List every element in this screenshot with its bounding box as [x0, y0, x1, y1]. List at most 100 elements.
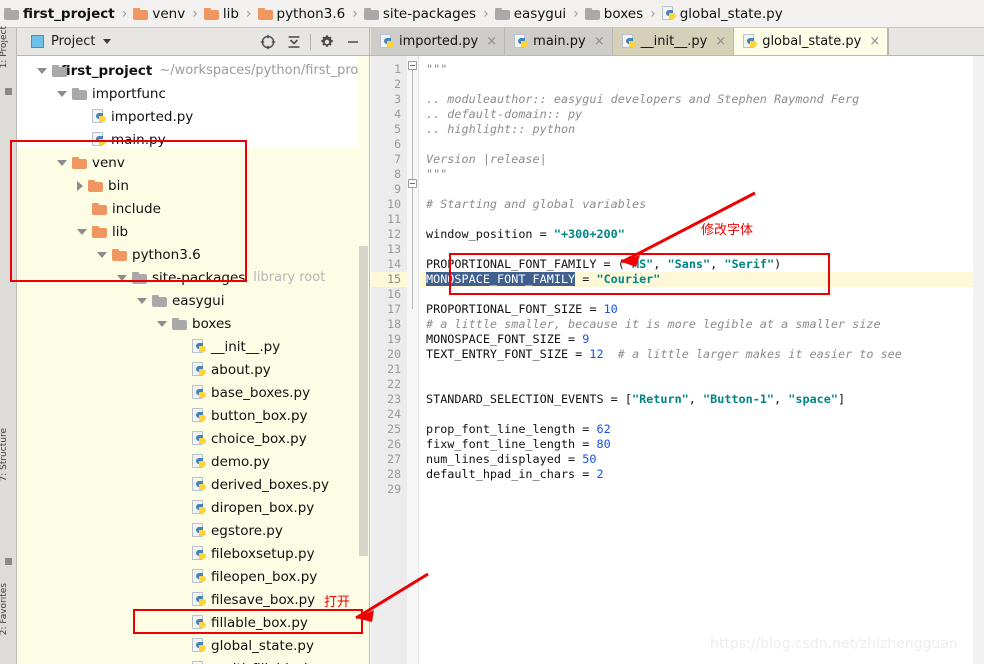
tree-no-arrow — [177, 551, 187, 557]
python-file-icon — [622, 34, 636, 49]
tree-row-imported-py[interactable]: imported.py — [17, 105, 370, 128]
tree-row-diropen-box-py[interactable]: diropen_box.py — [17, 496, 370, 519]
python-file-icon — [192, 523, 206, 538]
breadcrumb-item-venv[interactable]: venv — [133, 0, 185, 28]
tool-window-structure[interactable]: 7: Structure — [0, 428, 16, 482]
tree-row-choice-box-py[interactable]: choice_box.py — [17, 427, 370, 450]
editor-tab-global-state-py[interactable]: global_state.py× — [734, 28, 888, 55]
tree-expand-arrow[interactable] — [137, 298, 147, 304]
editor-tab-imported-py[interactable]: imported.py× — [371, 28, 505, 55]
tree-expand-arrow[interactable] — [77, 229, 87, 235]
editor-tab-bar[interactable]: imported.py×main.py×__init__.py×global_s… — [371, 28, 984, 55]
tree-row-main-py[interactable]: main.py — [17, 128, 370, 151]
tree-row-python3-6[interactable]: python3.6 — [17, 243, 370, 266]
tree-row-label: bin — [108, 178, 129, 194]
tree-row-label: include — [112, 201, 161, 217]
tree-row-multi-fillable-box-py[interactable]: multi_fillable_box.py — [17, 657, 370, 664]
breadcrumb-item-global-state-py[interactable]: global_state.py — [662, 0, 783, 28]
tree-row-site-packages[interactable]: site-packageslibrary root — [17, 266, 370, 289]
tree-row-demo-py[interactable]: demo.py — [17, 450, 370, 473]
tree-row-bin[interactable]: bin — [17, 174, 370, 197]
tool-window-favorites[interactable]: 2: Favorites — [0, 583, 16, 635]
folder-icon — [132, 272, 147, 284]
editor-scrollbar[interactable] — [973, 56, 984, 664]
left-tool-strip[interactable]: 1: Project 7: Structure 2: Favorites — [0, 28, 17, 664]
code-editor[interactable]: 1234567891011121314151617181920212223242… — [371, 56, 984, 664]
tree-row-base-boxes-py[interactable]: base_boxes.py — [17, 381, 370, 404]
code-token: Version |release| — [426, 152, 547, 166]
breadcrumb-item-python3-6[interactable]: python3.6 — [258, 0, 346, 28]
tree-row-importfunc[interactable]: importfunc — [17, 82, 370, 105]
breadcrumb-item-label: venv — [152, 6, 185, 22]
tree-row-fileopen-box-py[interactable]: fileopen_box.py — [17, 565, 370, 588]
tree-row-first-project[interactable]: first_project~/workspaces/python/first_p… — [17, 59, 370, 82]
tree-row-derived-boxes-py[interactable]: derived_boxes.py — [17, 473, 370, 496]
folder-icon — [133, 8, 148, 20]
minimize-icon[interactable] — [340, 29, 366, 55]
tree-row-label: imported.py — [111, 109, 193, 125]
tool-window-project[interactable]: 1: Project — [0, 26, 16, 68]
code-line: .. highlight:: python — [426, 122, 575, 137]
tree-expand-arrow[interactable] — [117, 275, 127, 281]
breadcrumb-item-boxes[interactable]: boxes — [585, 0, 643, 28]
editor-code-area[interactable]: """.. moduleauthor:: easygui developers … — [420, 56, 973, 664]
tree-collapse-arrow[interactable] — [77, 181, 83, 191]
editor-tab--init-py[interactable]: __init__.py × — [613, 28, 735, 55]
code-line: """ — [426, 167, 447, 182]
code-line: default_hpad_in_chars = 2 — [426, 467, 604, 482]
tree-row-egstore-py[interactable]: egstore.py — [17, 519, 370, 542]
tree-expand-arrow[interactable] — [57, 91, 67, 97]
tree-row-label: choice_box.py — [211, 431, 307, 447]
code-token: 62 — [596, 422, 610, 436]
editor-tab-main-py[interactable]: main.py× — [505, 28, 612, 55]
fold-collapse-icon-top[interactable] — [408, 61, 417, 70]
tree-scrollbar-thumb[interactable] — [359, 246, 368, 556]
tree-expand-arrow[interactable] — [57, 160, 67, 166]
tree-row-boxes[interactable]: boxes — [17, 312, 370, 335]
python-file-icon — [192, 431, 206, 446]
editor-tab-label: __init__.py — [641, 34, 708, 49]
collapse-all-icon[interactable] — [281, 29, 307, 55]
close-icon[interactable]: × — [715, 34, 726, 49]
code-line: TEXT_ENTRY_FONT_SIZE = 12 # a little lar… — [426, 347, 902, 362]
code-token: "space" — [788, 392, 838, 406]
fold-collapse-icon-bottom[interactable] — [408, 179, 417, 188]
close-icon[interactable]: × — [869, 34, 880, 49]
close-icon[interactable]: × — [594, 34, 605, 49]
folder-icon — [152, 295, 167, 307]
breadcrumb-item-first-project[interactable]: first_project — [4, 0, 115, 28]
breadcrumb-item-lib[interactable]: lib — [204, 0, 239, 28]
tree-scrollbar[interactable] — [358, 56, 369, 664]
tree-row-venv[interactable]: venv — [17, 151, 370, 174]
tree-row-about-py[interactable]: about.py — [17, 358, 370, 381]
tree-row-easygui[interactable]: easygui — [17, 289, 370, 312]
tree-expand-arrow[interactable] — [157, 321, 167, 327]
code-token — [604, 347, 618, 361]
code-token: TEXT_ENTRY_FONT_SIZE = — [426, 347, 589, 361]
tree-row-global-state-py[interactable]: global_state.py — [17, 634, 370, 657]
tree-expand-arrow[interactable] — [97, 252, 107, 258]
close-icon[interactable]: × — [486, 34, 497, 49]
breadcrumb-item-easygui[interactable]: easygui — [495, 0, 566, 28]
gear-icon[interactable] — [314, 29, 340, 55]
tree-row-lib[interactable]: lib — [17, 220, 370, 243]
line-number: 3 — [371, 92, 401, 107]
tree-row-label: diropen_box.py — [211, 500, 314, 516]
breadcrumb-item-site-packages[interactable]: site-packages — [364, 0, 476, 28]
python-file-icon — [743, 34, 757, 49]
locate-target-icon[interactable] — [255, 29, 281, 55]
code-token: ) — [774, 257, 781, 271]
tree-row-fillable-box-py[interactable]: fillable_box.py — [17, 611, 370, 634]
tree-row-include[interactable]: include — [17, 197, 370, 220]
breadcrumb-separator: › — [239, 6, 258, 22]
tree-expand-arrow[interactable] — [37, 68, 47, 74]
navigation-breadcrumb[interactable]: first_project›venv›lib›python3.6›site-pa… — [0, 0, 984, 28]
tree-row-filesave-box-py[interactable]: filesave_box.py — [17, 588, 370, 611]
editor-fold-column[interactable] — [407, 56, 419, 664]
tree-row-button-box-py[interactable]: button_box.py — [17, 404, 370, 427]
chevron-down-icon[interactable] — [103, 39, 111, 44]
tree-row-fileboxsetup-py[interactable]: fileboxsetup.py — [17, 542, 370, 565]
project-tree-panel[interactable]: first_project~/workspaces/python/first_p… — [17, 56, 370, 664]
breadcrumb-item-label: easygui — [514, 6, 566, 22]
tree-row--init-py[interactable]: __init__.py — [17, 335, 370, 358]
